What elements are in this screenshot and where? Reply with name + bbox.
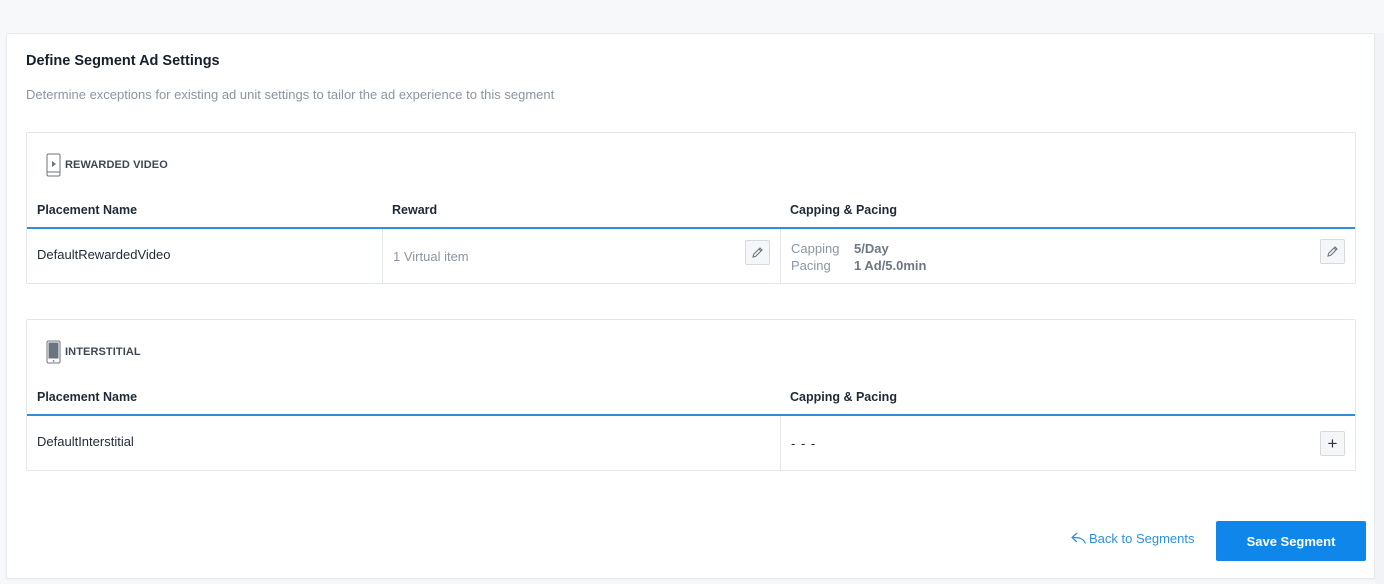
cell-divider bbox=[780, 229, 781, 283]
reply-arrow-icon bbox=[1071, 532, 1087, 544]
reward-value: 1 Virtual item bbox=[393, 249, 469, 264]
column-header-reward: Reward bbox=[392, 203, 438, 217]
page-title: Define Segment Ad Settings bbox=[26, 53, 220, 69]
segment-ad-settings-card: Define Segment Ad Settings Determine exc… bbox=[6, 33, 1375, 579]
capping-pacing-values: Capping 5/Day Pacing 1 Ad/5.0min bbox=[791, 240, 926, 274]
rewarded-video-phone-icon bbox=[46, 153, 61, 177]
pencil-icon bbox=[1327, 246, 1338, 257]
column-header-capping-pacing: Capping & Pacing bbox=[790, 203, 897, 217]
placement-name: DefaultInterstitial bbox=[37, 434, 134, 449]
rewarded-video-label: REWARDED VIDEO bbox=[65, 159, 168, 171]
save-segment-button[interactable]: Save Segment bbox=[1216, 521, 1366, 561]
pacing-label: Pacing bbox=[791, 258, 831, 273]
column-header-placement-name: Placement Name bbox=[37, 203, 138, 217]
capping-value: 5/Day bbox=[854, 241, 889, 256]
plus-icon: + bbox=[1327, 434, 1338, 453]
column-header-placement-name: Placement Name bbox=[37, 390, 138, 404]
interstitial-label: INTERSTITIAL bbox=[65, 346, 141, 358]
edit-capping-pacing-button[interactable] bbox=[1320, 239, 1345, 264]
column-header-capping-pacing: Capping & Pacing bbox=[790, 390, 897, 404]
page-subtitle: Determine exceptions for existing ad uni… bbox=[26, 87, 555, 102]
edit-reward-button[interactable] bbox=[745, 240, 770, 265]
cell-divider bbox=[780, 416, 781, 470]
capping-label: Capping bbox=[791, 241, 840, 256]
back-to-segments-label: Back to Segments bbox=[1089, 531, 1195, 546]
scroll-gutter bbox=[1375, 33, 1384, 584]
placement-name: DefaultRewardedVideo bbox=[37, 247, 171, 262]
interstitial-header: INTERSTITIAL bbox=[46, 340, 141, 364]
pencil-icon bbox=[752, 247, 763, 258]
table-row: DefaultRewardedVideo 1 Virtual item Capp… bbox=[27, 229, 1355, 283]
rewarded-video-header: REWARDED VIDEO bbox=[46, 153, 168, 177]
capping-pacing-empty: - - - bbox=[791, 436, 817, 451]
add-capping-pacing-button[interactable]: + bbox=[1320, 431, 1345, 456]
pacing-value: 1 Ad/5.0min bbox=[854, 258, 927, 273]
interstitial-phone-icon bbox=[46, 340, 61, 364]
interstitial-section: INTERSTITIAL Placement Name Capping & Pa… bbox=[26, 319, 1356, 471]
rewarded-video-section: REWARDED VIDEO Placement Name Reward Cap… bbox=[26, 132, 1356, 284]
cell-divider bbox=[382, 229, 383, 283]
back-to-segments-link[interactable]: Back to Segments bbox=[1071, 531, 1195, 546]
table-row: DefaultInterstitial - - - + bbox=[27, 416, 1355, 470]
